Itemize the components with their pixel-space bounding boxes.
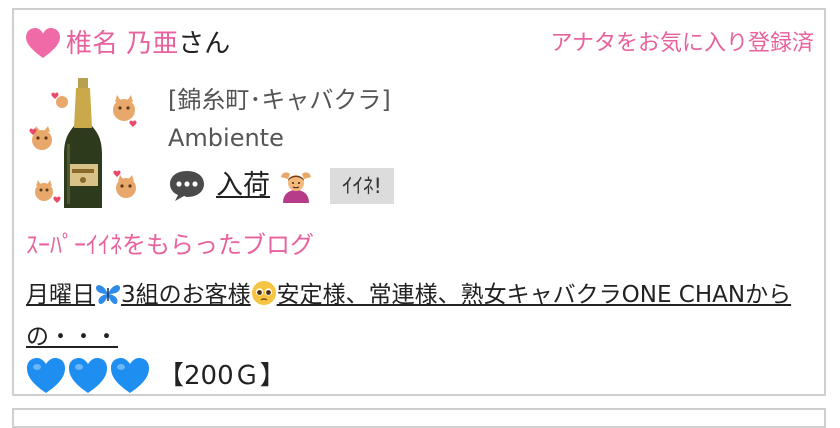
profile-thumbnail[interactable] <box>26 74 138 208</box>
header: 椎名 乃亜さん アナタをお気に入り登録済 <box>26 22 814 66</box>
status-row: 入荷 ｲｲﾈ! <box>168 166 394 206</box>
shop-name[interactable]: Ambiente <box>168 120 391 156</box>
person-gesturing-ok-icon <box>281 172 311 203</box>
blue-heart-icon <box>27 358 65 393</box>
shop-meta: [錦糸町･キャバクラ] Ambiente <box>168 82 391 156</box>
shop-category[interactable]: [錦糸町･キャバクラ] <box>168 82 391 118</box>
points-value: 【200Ｇ】 <box>158 361 286 391</box>
honorific: さん <box>178 29 231 59</box>
pink-heart-icon <box>26 28 60 58</box>
pleading-face-icon <box>251 281 276 305</box>
blue-heart-icon <box>111 358 149 393</box>
speech-bubble-icon <box>170 171 204 201</box>
blog-link[interactable]: 月曜日 3組のお客様 安定様、常連様、熟女キャバクラONE CHANからの・・・ <box>26 274 816 358</box>
blog-text-2: 3組のお客様 <box>121 282 251 308</box>
user-name-text[interactable]: 椎名 乃亜 <box>66 29 178 59</box>
reward-row: 【200Ｇ】 <box>26 356 286 396</box>
iine-button[interactable]: ｲｲﾈ! <box>330 168 394 204</box>
user-name[interactable]: 椎名 乃亜さん <box>66 26 230 62</box>
status-link[interactable]: 入荷 <box>216 168 270 204</box>
favorite-status[interactable]: アナタをお気に入り登録済 <box>550 28 814 60</box>
post-card: 椎名 乃亜さん アナタをお気に入り登録済 [錦糸町･キャバクラ] Ambient… <box>12 8 826 396</box>
butterfly-icon <box>96 285 120 305</box>
next-post-card <box>12 408 826 428</box>
blue-heart-icon <box>69 358 107 393</box>
section-title: ｽｰﾊﾟｰｲｲﾈをもらったブログ <box>26 231 314 259</box>
blog-text-1: 月曜日 <box>26 282 95 308</box>
